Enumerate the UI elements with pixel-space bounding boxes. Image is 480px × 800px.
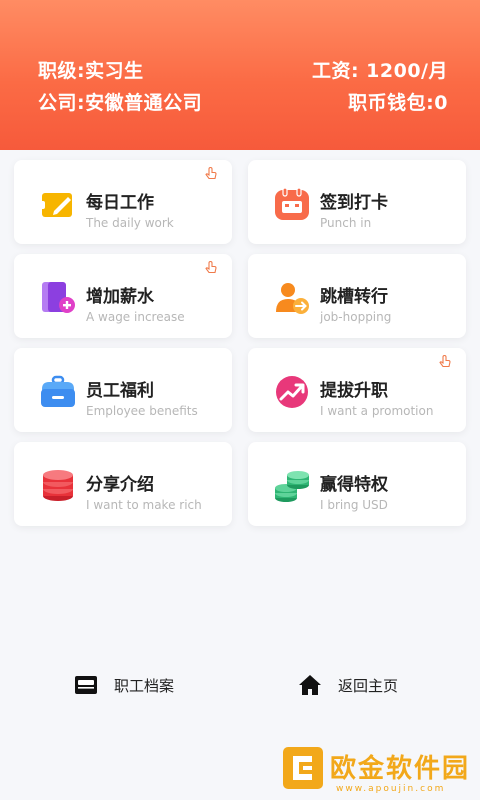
menu-card-privilege[interactable]: 赢得特权 I bring USD: [248, 442, 466, 526]
add-document-icon: [42, 282, 75, 313]
wallet-label: 职币钱包:0: [348, 92, 448, 114]
employee-archive-label: 职工档案: [114, 676, 175, 695]
menu-card-daily-work[interactable]: 每日工作 The daily work: [14, 160, 232, 244]
menu-card-title: 赢得特权: [320, 475, 388, 495]
menu-card-title: 跳槽转行: [320, 287, 388, 307]
company-label: 公司:安徽普通公司: [38, 92, 203, 114]
watermark-name: 欧金软件园: [330, 754, 471, 784]
menu-card-job-hopping[interactable]: 跳槽转行 job-hopping: [248, 254, 466, 338]
home-button[interactable]: 返回主页: [298, 672, 398, 698]
watermark-logo-icon: [283, 747, 323, 789]
home-label: 返回主页: [338, 676, 399, 695]
menu-card-title: 分享介绍: [86, 475, 154, 495]
coin-stack-green-icon: [275, 471, 309, 502]
tap-hint-icon: [205, 166, 217, 180]
menu-card-subtitle: Punch in: [320, 216, 372, 230]
employee-archive-button[interactable]: 职工档案: [74, 672, 174, 698]
watermark-url: www.apoujin.com: [336, 784, 446, 794]
lunchbox-icon: [41, 375, 75, 407]
coin-stack-red-icon: [43, 470, 73, 501]
person-transfer-icon: [276, 283, 309, 314]
tap-hint-icon: [205, 260, 217, 274]
menu-card-wage-increase[interactable]: 增加薪水 A wage increase: [14, 254, 232, 338]
menu-card-subtitle: Employee benefits: [86, 404, 198, 418]
home-icon: [299, 675, 321, 695]
menu-card-share[interactable]: 分享介绍 I want to make rich: [14, 442, 232, 526]
site-watermark: 欧金软件园 www.apoujin.com: [276, 742, 480, 800]
menu-card-title: 增加薪水: [86, 287, 154, 307]
menu-card-subtitle: I bring USD: [320, 498, 388, 512]
tap-hint-icon: [439, 354, 451, 368]
menu-card-title: 每日工作: [86, 193, 154, 213]
menu-card-subtitle: I want to make rich: [86, 498, 202, 512]
calendar-icon: [275, 187, 309, 220]
menu-card-subtitle: I want a promotion: [320, 404, 434, 418]
salary-label: 工资: 1200/月: [311, 60, 448, 82]
menu-card-promotion[interactable]: 提拔升职 I want a promotion: [248, 348, 466, 432]
menu-card-punch-in[interactable]: 签到打卡 Punch in: [248, 160, 466, 244]
menu-card-title: 签到打卡: [320, 193, 388, 213]
profile-header: 职级:实习生 工资: 1200/月 公司:安徽普通公司 职币钱包:0: [0, 0, 480, 150]
menu-card-employee-benefits[interactable]: 员工福利 Employee benefits: [14, 348, 232, 432]
archive-box-icon: [75, 676, 97, 694]
menu-card-title: 提拔升职: [320, 381, 388, 401]
menu-card-subtitle: job-hopping: [320, 310, 392, 324]
trend-up-icon: [276, 376, 308, 408]
menu-card-subtitle: The daily work: [86, 216, 174, 230]
menu-card-subtitle: A wage increase: [86, 310, 185, 324]
menu-card-title: 员工福利: [86, 381, 154, 401]
ticket-pencil-icon: [40, 193, 72, 217]
rank-label: 职级:实习生: [38, 60, 144, 82]
